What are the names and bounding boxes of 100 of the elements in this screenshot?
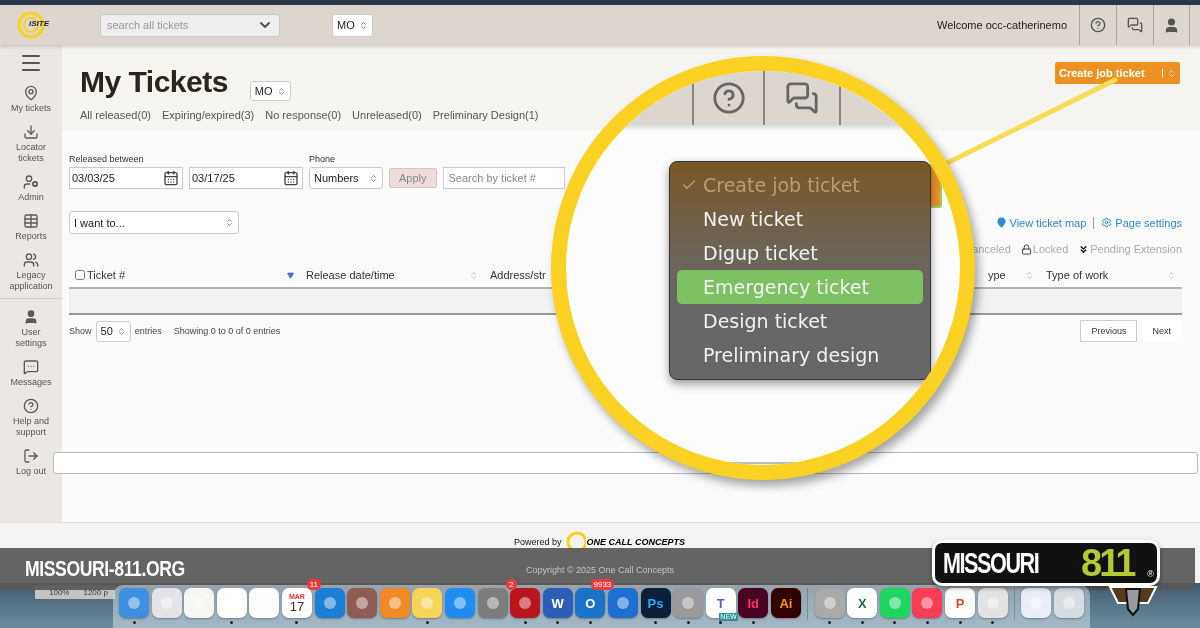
log-out-icon xyxy=(23,448,39,464)
sidebar-item[interactable]: Locator tickets xyxy=(5,142,57,164)
filter-link[interactable]: Unreleased(0) xyxy=(352,109,422,121)
date-field[interactable]: 03/17/25 xyxy=(189,167,303,189)
app-icon[interactable] xyxy=(249,588,280,618)
app-icon[interactable] xyxy=(912,588,943,618)
ticket-search-field[interactable]: Search by ticket # xyxy=(442,167,565,189)
column-header[interactable]: Ticket # xyxy=(87,269,126,281)
app-icon[interactable]: Ai xyxy=(770,588,801,618)
calendar-icon xyxy=(283,170,299,186)
sort-arrows-icon xyxy=(358,20,368,30)
sort-arrows-icon xyxy=(116,326,126,336)
sidebar-item[interactable]: Log out xyxy=(16,466,46,477)
field-label: Released between xyxy=(69,154,145,164)
app-icon[interactable] xyxy=(1054,588,1084,618)
notification-badge: 11 xyxy=(306,579,321,590)
column-header[interactable]: Address/str xyxy=(490,269,546,281)
page-title: My Tickets xyxy=(80,65,228,99)
filter-link[interactable]: Expiring/expired(3) xyxy=(161,109,255,121)
map-pin-icon xyxy=(23,85,39,101)
app-icon[interactable]: O xyxy=(575,588,606,618)
app-icon[interactable] xyxy=(314,588,345,618)
pager-button[interactable]: Next xyxy=(1141,320,1182,342)
download-icon xyxy=(23,124,39,140)
sort-arrows-icon xyxy=(225,218,234,227)
sort-down-icon[interactable] xyxy=(287,271,294,279)
chat-icon[interactable] xyxy=(1127,17,1143,33)
user-icon xyxy=(23,309,39,325)
length-label: Show xyxy=(69,326,92,336)
app-icon[interactable] xyxy=(879,588,910,618)
user-icon[interactable] xyxy=(1163,16,1180,34)
app-icon[interactable] xyxy=(477,588,508,618)
column-header[interactable]: Release date/time xyxy=(306,269,395,281)
filter-link[interactable]: No response(0) xyxy=(265,109,342,121)
app-icon[interactable]: Id xyxy=(738,588,769,618)
app-icon[interactable] xyxy=(151,588,182,618)
app-icon[interactable]: W xyxy=(542,588,573,618)
welcome-text: Welcome occ-catherinemo xyxy=(937,19,1067,31)
action-select[interactable]: I want to... xyxy=(69,211,239,234)
app-icon[interactable] xyxy=(1021,588,1052,618)
app-icon[interactable]: X xyxy=(847,588,878,618)
legend-item: Pending Extension xyxy=(1078,243,1182,255)
sidebar-item[interactable]: Legacy application xyxy=(5,270,57,292)
page-link[interactable]: View ticket map xyxy=(995,216,1087,229)
page-link[interactable]: Page settings xyxy=(1101,216,1182,229)
sidebar-item[interactable]: Messages xyxy=(10,377,52,388)
app-icon[interactable] xyxy=(673,588,704,618)
phone-select[interactable]: Numbers xyxy=(309,167,383,189)
sort-arrows-icon[interactable] xyxy=(1167,270,1176,280)
app-icon[interactable] xyxy=(379,588,410,618)
length-label: entries xyxy=(134,326,162,336)
sidebar-item[interactable]: My tickets xyxy=(11,103,51,114)
app-icon[interactable] xyxy=(814,588,845,618)
date-field[interactable]: 03/03/25 xyxy=(69,167,183,189)
state-select[interactable]: MO xyxy=(249,81,291,101)
help-icon[interactable] xyxy=(1090,17,1106,33)
map-pin-icon xyxy=(995,217,1007,228)
app-icon[interactable]: Ps xyxy=(640,588,671,618)
help-icon xyxy=(711,81,746,115)
table-info: Showing 0 to 0 of 0 entries xyxy=(173,326,281,336)
app-icon[interactable] xyxy=(444,588,475,618)
registered-mark: ® xyxy=(1147,569,1154,579)
filter-link[interactable]: All released(0) xyxy=(80,109,151,121)
users-icon xyxy=(23,252,39,268)
pager-button[interactable]: Previous xyxy=(1080,320,1138,342)
menu-item[interactable]: New ticket xyxy=(677,202,923,236)
sort-arrows-icon[interactable] xyxy=(1025,270,1034,280)
sidebar-item[interactable]: Reports xyxy=(15,231,47,242)
chat-icon xyxy=(785,81,819,115)
message-icon xyxy=(23,359,39,375)
select-all-checkbox[interactable] xyxy=(75,270,85,280)
app-icon[interactable] xyxy=(216,588,247,618)
sort-arrows-icon[interactable] xyxy=(469,270,478,280)
user-gear-icon xyxy=(23,174,39,190)
sidebar-item[interactable]: Help and support xyxy=(5,416,57,438)
column-header[interactable]: Type of work xyxy=(1046,269,1109,281)
app-icon[interactable]: P xyxy=(945,588,976,618)
menu-item[interactable]: Digup ticket xyxy=(677,236,923,270)
gear-icon xyxy=(1101,217,1113,228)
filter-link[interactable]: Preliminary Design(1) xyxy=(432,109,539,121)
app-icon[interactable] xyxy=(347,588,378,618)
sidebar-item[interactable]: User settings xyxy=(5,327,57,349)
app-icon[interactable] xyxy=(184,588,215,618)
page-length-select[interactable]: 50 xyxy=(95,320,131,342)
help-icon xyxy=(23,398,39,414)
state-select[interactable]: MO xyxy=(332,13,373,37)
app-icon[interactable] xyxy=(412,588,443,618)
sidebar-item[interactable]: Admin xyxy=(18,192,44,203)
app-icon[interactable] xyxy=(977,588,1008,618)
app-icon[interactable] xyxy=(510,588,541,618)
column-header[interactable]: ype xyxy=(988,269,1006,281)
app-icon[interactable] xyxy=(607,588,638,618)
menu-item[interactable]: Design ticket xyxy=(677,304,923,338)
logo-number: 811 xyxy=(1081,541,1134,585)
table-icon xyxy=(23,213,39,229)
brand-logo-text: ONE CALL CONCEPTS xyxy=(585,537,686,547)
menu-item[interactable]: Preliminary design xyxy=(677,338,923,372)
app-icon[interactable] xyxy=(119,588,149,618)
powered-by-text: Powered by xyxy=(514,537,562,547)
zoom-text: 100% xyxy=(49,587,70,597)
